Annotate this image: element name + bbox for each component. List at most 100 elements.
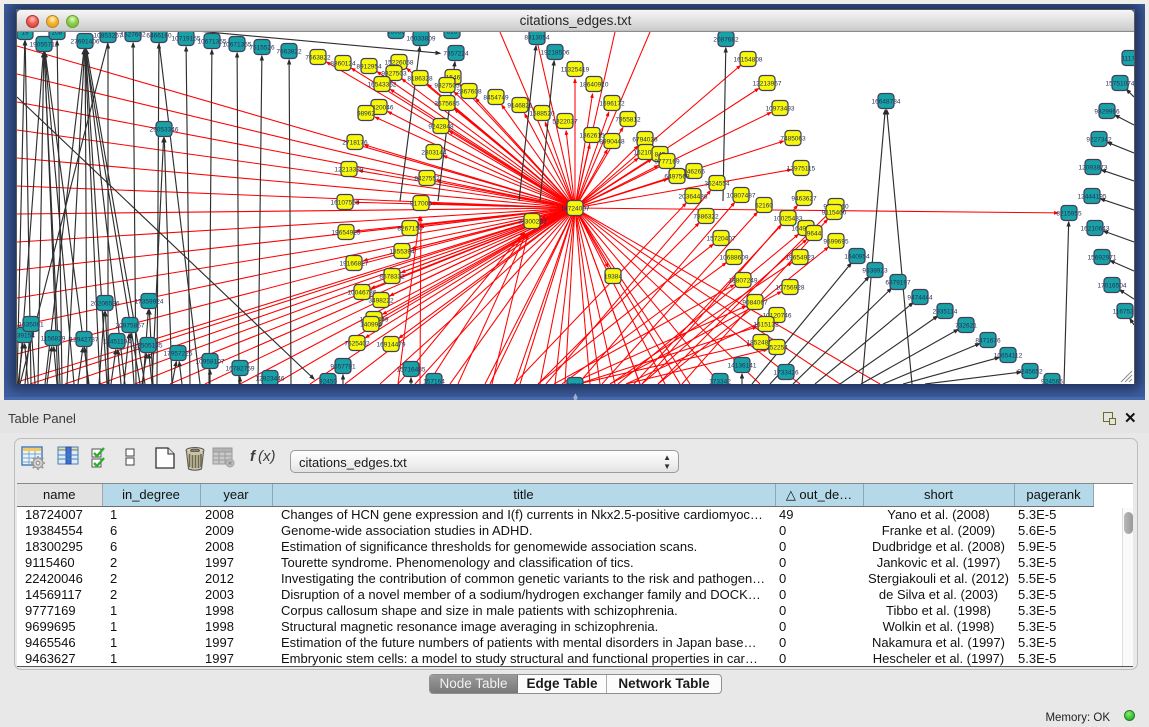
svg-text:14136141: 14136141 <box>728 362 757 369</box>
svg-text:19384: 19384 <box>604 273 622 280</box>
svg-text:7357224: 7357224 <box>443 50 469 57</box>
svg-text:12213967: 12213967 <box>753 80 782 87</box>
svg-text:16033: 16033 <box>387 32 405 35</box>
svg-text:1696172: 1696172 <box>599 100 625 107</box>
svg-text:12975115: 12975115 <box>787 165 816 172</box>
svg-text:9644: 9644 <box>807 230 822 237</box>
svg-text:11325419: 11325419 <box>561 66 590 73</box>
svg-text:8912954: 8912954 <box>356 63 382 70</box>
svg-text:10853267: 10853267 <box>94 32 123 39</box>
svg-text:29053346: 29053346 <box>150 126 179 133</box>
svg-text:6466160: 6466160 <box>146 32 172 39</box>
svg-text:19654925: 19654925 <box>332 229 361 236</box>
svg-text:20364436: 20364436 <box>679 193 708 200</box>
svg-text:8678332: 8678332 <box>379 273 405 280</box>
svg-text:9242848: 9242848 <box>428 123 454 130</box>
svg-text:6879197: 6879197 <box>885 279 911 286</box>
svg-text:18724007: 18724007 <box>561 205 590 212</box>
svg-text:924565: 924565 <box>1041 378 1063 384</box>
svg-text:8990448: 8990448 <box>599 138 625 145</box>
svg-text:10654112: 10654112 <box>994 352 1023 359</box>
svg-text:16033809: 16033809 <box>407 35 436 42</box>
svg-text:9474444: 9474444 <box>907 294 933 301</box>
svg-text:7955812: 7955812 <box>615 116 641 123</box>
svg-text:10958107: 10958107 <box>196 358 225 365</box>
svg-text:173342: 173342 <box>709 378 731 384</box>
svg-text:10688609: 10688609 <box>720 254 749 261</box>
svg-text:10756928: 10756928 <box>776 284 805 291</box>
svg-text:19055712: 19055712 <box>30 41 59 48</box>
svg-text:11451194: 11451194 <box>103 338 131 345</box>
svg-text:9463627: 9463627 <box>791 195 817 202</box>
svg-text:20206536: 20206536 <box>91 300 120 307</box>
svg-text:1527602: 1527602 <box>120 32 146 38</box>
svg-text:2087682: 2087682 <box>713 36 739 43</box>
svg-text:9338923: 9338923 <box>862 267 888 274</box>
svg-text:92450: 92450 <box>319 378 337 384</box>
svg-text:2803144: 2803144 <box>421 149 447 156</box>
svg-text:6497568: 6497568 <box>664 173 690 180</box>
svg-text:8267150: 8267150 <box>397 225 423 232</box>
svg-text:8813054: 8813054 <box>524 34 550 41</box>
svg-text:19166827: 19166827 <box>340 260 369 267</box>
svg-text:19218506: 19218506 <box>541 49 570 56</box>
svg-text:1355394: 1355394 <box>389 248 415 255</box>
svg-text:15751074: 15751074 <box>1106 80 1134 87</box>
svg-text:16914479: 16914479 <box>377 341 406 348</box>
svg-text:7515526: 7515526 <box>249 44 275 51</box>
svg-text:157164: 157164 <box>423 378 445 384</box>
svg-text:27691406: 27691406 <box>71 38 100 45</box>
svg-text:9699695: 9699695 <box>823 238 849 245</box>
svg-text:17957225: 17957225 <box>164 350 193 357</box>
svg-text:140994: 140994 <box>360 321 382 328</box>
svg-text:16210643: 16210643 <box>1081 225 1110 232</box>
svg-text:3675685: 3675685 <box>434 100 460 107</box>
svg-text:1167533: 1167533 <box>1113 308 1134 315</box>
svg-text:10671355: 10671355 <box>223 41 252 48</box>
svg-text:19654923: 19654923 <box>786 254 815 261</box>
svg-text:2867608: 2867608 <box>456 88 482 95</box>
svg-text:16107553: 16107553 <box>331 199 360 206</box>
svg-text:732621: 732621 <box>955 322 977 329</box>
svg-text:1615132: 1615132 <box>753 321 779 328</box>
svg-text:10719155: 10719155 <box>172 35 201 42</box>
svg-text:19: 19 <box>21 32 29 36</box>
svg-text:15720407: 15720407 <box>707 235 736 242</box>
svg-text:8186328: 8186328 <box>407 75 433 82</box>
svg-text:8427552: 8427552 <box>414 175 440 182</box>
svg-text:7663822: 7663822 <box>276 48 302 55</box>
svg-text:9777169: 9777169 <box>654 158 680 165</box>
svg-text:6794028: 6794028 <box>632 136 658 143</box>
svg-text:62160: 62160 <box>755 202 773 209</box>
svg-text:96583: 96583 <box>566 382 584 384</box>
svg-text:12505135: 12505135 <box>134 342 163 349</box>
svg-text:2935114: 2935114 <box>933 308 958 315</box>
svg-text:16648784: 16648784 <box>872 98 901 105</box>
svg-text:9329966: 9329966 <box>1094 108 1120 115</box>
svg-text:917006: 917006 <box>410 200 432 207</box>
svg-text:7663822: 7663822 <box>305 54 331 61</box>
svg-text:15692971: 15692971 <box>1088 254 1117 261</box>
svg-text:11171: 11171 <box>1121 55 1134 62</box>
svg-text:8454749: 8454749 <box>483 94 509 101</box>
svg-text:28300293: 28300293 <box>518 218 547 225</box>
svg-text:12923446: 12923446 <box>256 375 285 382</box>
svg-text:9657791: 9657791 <box>330 363 356 370</box>
svg-text:813: 813 <box>447 32 458 35</box>
svg-text:12942737: 12942737 <box>70 336 99 343</box>
svg-text:9084067: 9084067 <box>742 299 768 306</box>
svg-text:7386322: 7386322 <box>693 213 719 220</box>
svg-text:9115460: 9115460 <box>822 209 847 216</box>
svg-text:3624554: 3624554 <box>704 180 730 187</box>
svg-text:16154808: 16154808 <box>734 56 763 63</box>
svg-text:1156829: 1156829 <box>41 335 66 342</box>
svg-text:98962: 98962 <box>357 110 375 117</box>
svg-text:8215955: 8215955 <box>1056 210 1082 217</box>
svg-text:18640910: 18640910 <box>580 81 609 88</box>
svg-text:5322037: 5322037 <box>552 118 578 125</box>
svg-text:9227342: 9227342 <box>1086 136 1112 143</box>
svg-text:15716485: 15716485 <box>397 366 426 373</box>
svg-text:9146821: 9146821 <box>507 102 533 109</box>
svg-text:8471676: 8471676 <box>975 337 1001 344</box>
svg-text:7625402: 7625402 <box>344 340 370 347</box>
